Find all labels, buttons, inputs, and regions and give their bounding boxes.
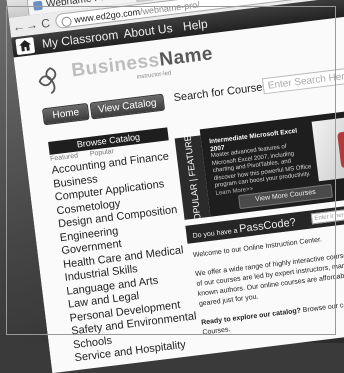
photo-inner-border <box>6 6 336 335</box>
photo-accent <box>337 131 344 169</box>
